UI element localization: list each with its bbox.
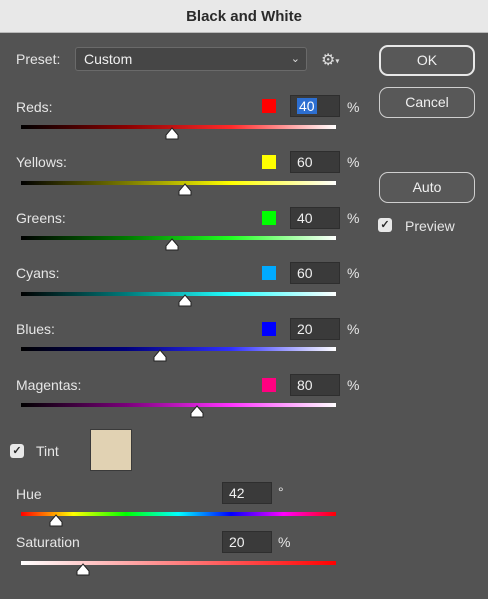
blues-slider-track[interactable] [21,347,336,351]
greens-unit: % [347,210,360,226]
cyans-slider-thumb[interactable] [178,294,192,307]
magentas-label: Magentas: [16,377,82,393]
cyans-value-field[interactable]: 60 [290,262,340,284]
blues-value-field[interactable]: 20 [290,318,340,340]
saturation-slider-track[interactable] [21,561,336,565]
hue-slider-track[interactable] [21,512,336,516]
magentas-value: 80 [297,377,313,393]
hue-slider-thumb[interactable] [49,514,63,527]
dialog-title: Black and White [186,7,302,25]
yellows-value-field[interactable]: 60 [290,151,340,173]
greens-value-field[interactable]: 40 [290,207,340,229]
greens-slider-thumb[interactable] [165,238,179,251]
yellows-value: 60 [297,154,313,170]
magentas-unit: % [347,377,360,393]
preview-label: Preview [405,218,455,234]
tint-color-swatch[interactable] [90,429,132,471]
saturation-slider-thumb[interactable] [76,563,90,576]
magentas-slider-thumb[interactable] [190,405,204,418]
saturation-label: Saturation [16,534,80,550]
blues-slider-thumb[interactable] [153,349,167,362]
magentas-value-field[interactable]: 80 [290,374,340,396]
reds-slider-thumb[interactable] [165,127,179,140]
blues-unit: % [347,321,360,337]
dialog-titlebar: Black and White [0,0,488,33]
preset-select[interactable]: Custom ⌄ [75,47,307,71]
reds-value: 40 [297,98,317,114]
magentas-slider-track[interactable] [21,403,336,407]
ok-button[interactable]: OK [379,45,475,76]
yellows-slider-thumb[interactable] [178,183,192,196]
cyans-value: 60 [297,265,313,281]
magentas-swatch [262,378,276,392]
yellows-swatch [262,155,276,169]
blues-swatch [262,322,276,336]
gear-icon[interactable]: ⚙▾ [321,50,339,70]
hue-unit: ° [278,484,284,500]
cyans-unit: % [347,265,360,281]
cyans-swatch [262,266,276,280]
tint-label: Tint [36,443,59,459]
blues-label: Blues: [16,321,55,337]
chevron-down-icon: ⌄ [290,53,300,65]
greens-swatch [262,211,276,225]
preview-checkbox[interactable]: ✓ [378,218,392,232]
yellows-label: Yellows: [16,154,67,170]
preset-label: Preset: [16,51,61,67]
preset-value: Custom [84,51,133,67]
hue-value: 42 [229,485,245,501]
reds-value-field[interactable]: 40 [290,95,340,117]
saturation-value-field[interactable]: 20 [222,531,272,553]
cyans-label: Cyans: [16,265,60,281]
auto-button[interactable]: Auto [379,172,475,203]
reds-swatch [262,99,276,113]
hue-label: Hue [16,486,42,502]
reds-label: Reds: [16,99,53,115]
saturation-value: 20 [229,534,245,550]
greens-label: Greens: [16,210,66,226]
tint-checkbox[interactable]: ✓ [10,444,24,458]
cancel-button[interactable]: Cancel [379,87,475,118]
saturation-unit: % [278,534,291,550]
hue-value-field[interactable]: 42 [222,482,272,504]
yellows-unit: % [347,154,360,170]
reds-unit: % [347,99,360,115]
blues-value: 20 [297,321,313,337]
greens-value: 40 [297,210,313,226]
